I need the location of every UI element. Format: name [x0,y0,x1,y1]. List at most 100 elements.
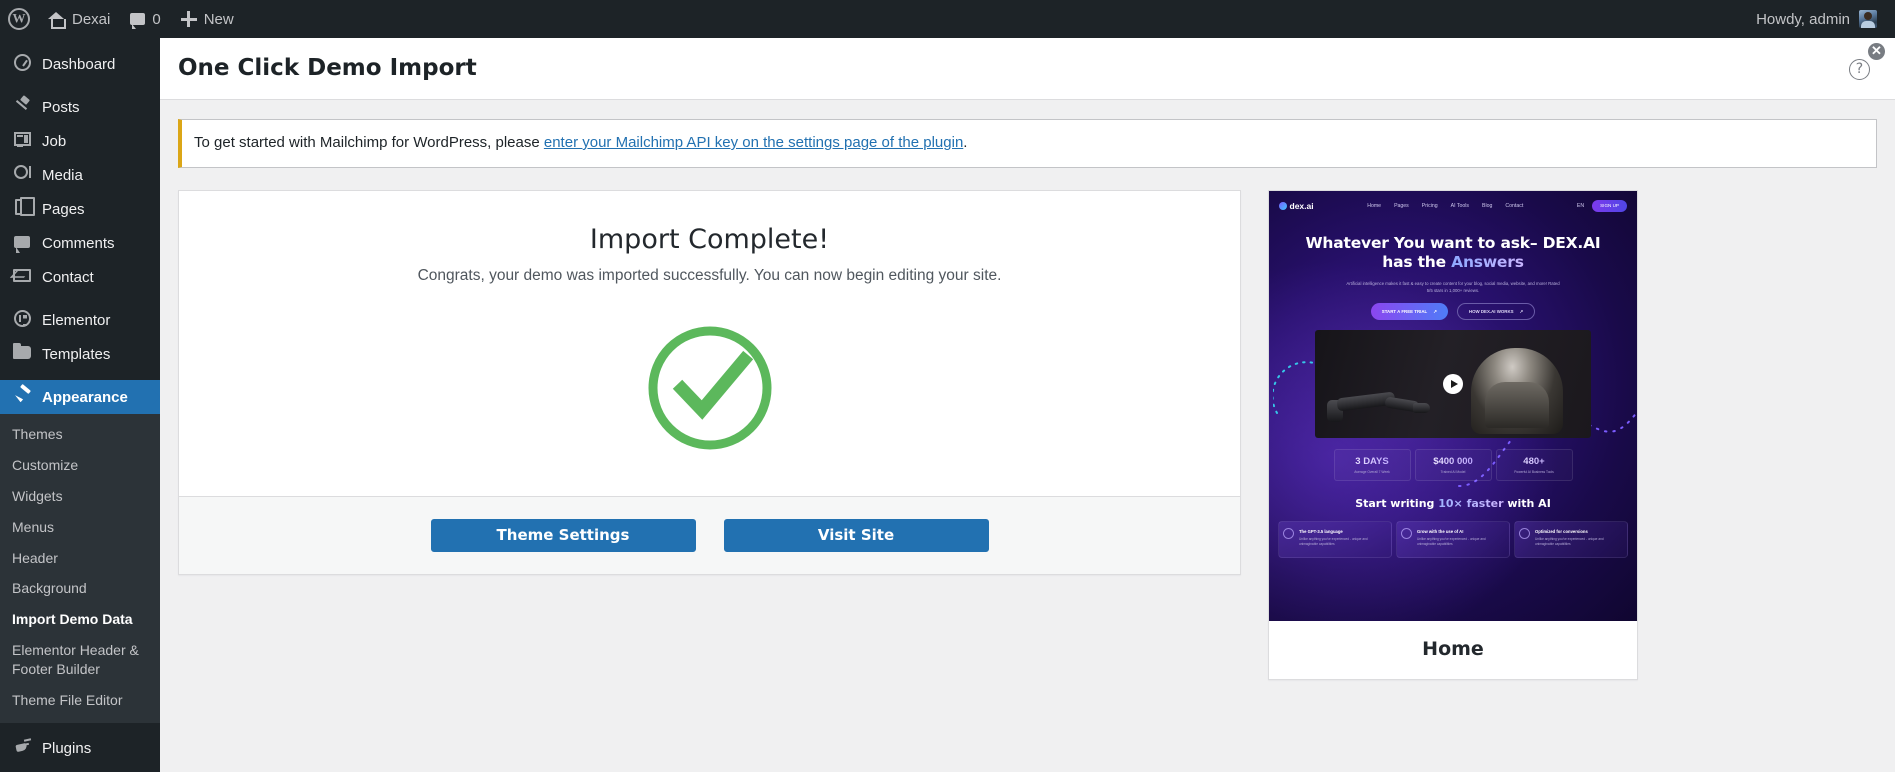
preview-stat-value: $400 000 [1416,456,1491,467]
preview-stat-value: 480+ [1497,456,1572,467]
wordpress-logo-menu[interactable] [0,0,38,38]
theme-preview-card[interactable]: dex.ai Home Pages Pricing AI Tools Blog … [1268,189,1638,680]
preview-hero: Whatever You want to ask– DEX.AI has the… [1269,234,1637,321]
admin-bar-right: Howdy, admin [1748,0,1895,38]
feature-icon [1519,528,1530,540]
menu-spacer [0,38,160,47]
preview-subheading: Start writing 10× faster with AI [1269,497,1637,510]
preview-subheading-part2: with AI [1503,497,1551,511]
submenu-item-import-demo-data[interactable]: Import Demo Data [0,604,160,635]
sidebar-item-job[interactable]: Job [0,124,160,158]
submenu-item-themes[interactable]: Themes [0,419,160,450]
submenu-item-background[interactable]: Background [0,573,160,604]
preview-stat-label: Trained AI Model [1440,470,1466,475]
preview-feature-card: Optimized for conversions Unlike anythin… [1514,521,1628,558]
theme-screenshot: dex.ai Home Pages Pricing AI Tools Blog … [1269,190,1637,621]
home-icon [48,11,66,29]
feature-description: Unlike anything you've experienced - uni… [1299,537,1368,547]
help-icon[interactable]: ? [1849,59,1870,80]
import-panel-body: Import Complete! Congrats, your demo was… [179,191,1240,496]
logo-dot-icon [1279,201,1287,210]
sidebar-item-pages[interactable]: Pages [0,192,160,226]
submenu-item-header[interactable]: Header [0,543,160,574]
submenu-item-menus[interactable]: Menus [0,512,160,543]
person-illustration [1471,348,1563,435]
howdy-label: Howdy, admin [1756,10,1850,28]
wordpress-logo-icon [8,8,30,30]
robot-arm-illustration [1327,367,1432,423]
pin-icon [12,97,32,118]
job-icon [12,132,32,150]
preview-cta-secondary-label: HOW DEX.AI WORKS [1468,309,1514,315]
submenu-item-customize[interactable]: Customize [0,450,160,481]
import-complete-heading: Import Complete! [589,223,830,255]
feature-title: The GPT-3.5 language [1299,529,1343,535]
preview-language-selector: EN [1576,202,1585,209]
main-content: One Click Demo Import ? ✕ To get started… [160,38,1895,772]
preview-hero-accent: Answers [1451,253,1524,272]
submenu-item-elementor-header-footer-builder[interactable]: Elementor Header & Footer Builder [0,635,160,685]
sidebar-item-users[interactable]: Users [0,766,160,772]
sidebar-item-templates[interactable]: Templates [0,337,160,371]
feature-title: Grow with the use of AI [1417,529,1464,535]
submenu-item-theme-file-editor[interactable]: Theme File Editor [0,685,160,716]
mailchimp-settings-link[interactable]: enter your Mailchimp API key on the sett… [544,134,963,151]
preview-stat-label: Powerful AI Business Tools [1514,470,1554,475]
dashboard-icon [12,53,32,75]
comments-bubble[interactable]: 0 [120,0,170,38]
arrow-icon: ↗ [1433,308,1437,314]
preview-stat-label: Average Overall 7 Week [1354,470,1390,475]
sidebar-item-posts[interactable]: Posts [0,90,160,124]
preview-navbar: dex.ai Home Pages Pricing AI Tools Blog … [1269,191,1637,221]
theme-settings-button[interactable]: Theme Settings [430,518,696,552]
feature-icon [1283,528,1294,540]
sidebar-item-dashboard[interactable]: Dashboard [0,47,160,81]
feature-icon [1401,528,1412,540]
new-label: New [203,10,234,28]
feature-description: Unlike anything you've experienced - uni… [1417,537,1486,547]
sidebar-item-label: Plugins [42,740,92,758]
preview-subheading-part1: Start writing [1355,497,1439,511]
my-account-menu[interactable]: Howdy, admin [1748,0,1885,38]
sidebar-item-media[interactable]: Media [0,158,160,192]
sidebar-item-plugins[interactable]: Plugins [0,732,160,766]
plus-icon [180,11,197,27]
plug-icon [12,738,32,759]
preview-stat-value: 3 DAYS [1335,456,1410,467]
import-complete-description: Congrats, your demo was imported success… [417,266,1002,284]
preview-nav-item: AI Tools [1450,202,1469,209]
page-header: One Click Demo Import ? ✕ [160,38,1895,100]
sidebar-item-label: Comments [42,234,115,252]
new-content-menu[interactable]: New [171,0,244,38]
columns: Import Complete! Congrats, your demo was… [178,189,1877,680]
preview-logo: dex.ai [1279,201,1314,211]
sidebar-item-label: Posts [42,98,80,116]
sidebar-item-elementor[interactable]: Elementor [0,303,160,337]
site-name-menu[interactable]: Dexai [38,0,120,38]
preview-subheading-accent: 10× faster [1438,497,1504,511]
mailchimp-notice: To get started with Mailchimp for WordPr… [178,119,1877,168]
comment-icon [12,235,32,253]
preview-stats: 3 DAYS Average Overall 7 Week $400 000 T… [1269,449,1637,482]
sidebar-item-comments[interactable]: Comments [0,226,160,260]
sidebar-item-appearance[interactable]: Appearance [0,380,160,414]
sidebar-item-label: Pages [42,200,85,218]
sidebar-item-label: Job [42,132,67,150]
preview-hero-description: Artificial intelligence makes it fast & … [1346,281,1560,294]
submenu-item-widgets[interactable]: Widgets [0,481,160,512]
sidebar-item-contact[interactable]: Contact [0,260,160,294]
mail-icon [12,268,32,286]
theme-preview-name: Home [1422,637,1484,660]
sidebar-item-label: Appearance [42,388,128,406]
sidebar-item-label: Templates [42,345,111,363]
menu-spacer [0,81,160,90]
preview-nav-item: Home [1367,202,1382,209]
sidebar-item-label: Elementor [42,311,111,329]
folder-icon [12,342,32,363]
visit-site-button[interactable]: Visit Site [723,518,989,552]
notice-text-before: To get started with Mailchimp for WordPr… [194,134,544,151]
preview-cta-primary-label: START A FREE TRIAL [1381,309,1428,315]
preview-nav-links: Home Pages Pricing AI Tools Blog Contact [1367,203,1523,209]
close-icon[interactable]: ✕ [1868,43,1885,60]
preview-feature-cards: The GPT-3.5 language Unlike anything you… [1269,521,1637,558]
